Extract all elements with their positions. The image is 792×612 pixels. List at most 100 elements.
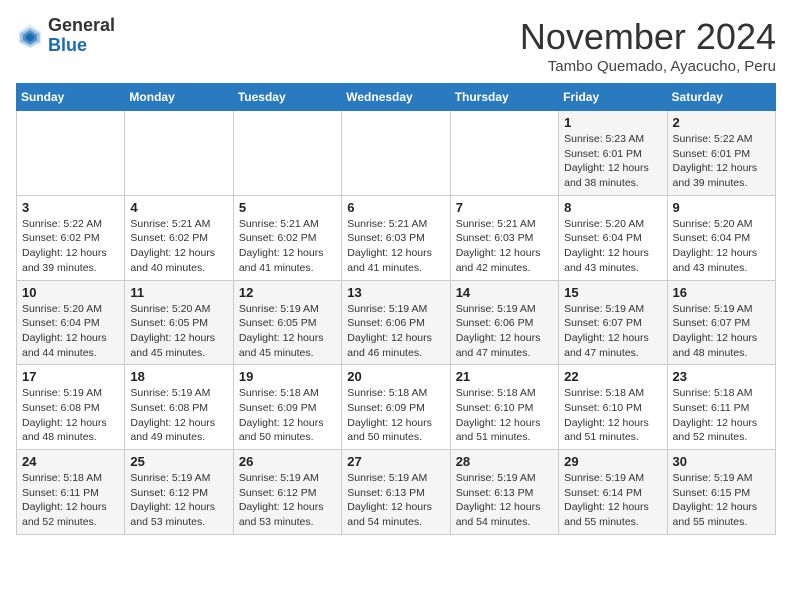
day-cell [17,111,125,196]
day-header-tuesday: Tuesday [233,84,341,111]
day-cell: 16Sunrise: 5:19 AM Sunset: 6:07 PM Dayli… [667,280,775,365]
day-cell: 6 Sunrise: 5:21 AM Sunset: 6:03 PM Daylig… [342,195,450,280]
day-number: 25 [130,454,227,469]
day-info: Sunrise: 5:18 AM Sunset: 6:09 PM Dayligh… [239,386,336,445]
day-cell: 12 Sunrise: 5:19 AM Sunset: 6:05 PM Dayli… [233,280,341,365]
page-header: General Blue November 2024 Tambo Quemado… [16,16,776,75]
day-number: 13 [347,285,444,300]
day-info: Sunrise: 5:20 AM Sunset: 6:04 PM Dayligh… [22,302,119,361]
day-cell: 24 Sunrise: 5:18 AM Sunset: 6:11 PM Dayli… [17,450,125,535]
day-number: 19 [239,369,336,384]
day-number: 18 [130,369,227,384]
day-cell: 7 Sunrise: 5:21 AM Sunset: 6:03 PM Daylig… [450,195,558,280]
week-row-2: 3 Sunrise: 5:22 AM Sunset: 6:02 PM Daylig… [17,195,776,280]
day-number: 2 [673,115,770,130]
header-row: SundayMondayTuesdayWednesdayThursdayFrid… [17,84,776,111]
day-info: Sunrise: 5:21 AM Sunset: 6:02 PM Dayligh… [130,217,227,276]
day-info: Sunrise: 5:19 AM Sunset: 6:13 PM Dayligh… [456,471,553,530]
day-info: Sunrise: 5:20 AM Sunset: 6:04 PM Dayligh… [673,217,770,276]
day-cell: 8Sunrise: 5:20 AM Sunset: 6:04 PM Daylig… [559,195,667,280]
day-cell: 11 Sunrise: 5:20 AM Sunset: 6:05 PM Dayli… [125,280,233,365]
day-number: 20 [347,369,444,384]
day-info: Sunrise: 5:18 AM Sunset: 6:10 PM Dayligh… [564,386,661,445]
day-cell [233,111,341,196]
day-info: Sunrise: 5:18 AM Sunset: 6:11 PM Dayligh… [673,386,770,445]
day-info: Sunrise: 5:19 AM Sunset: 6:14 PM Dayligh… [564,471,661,530]
day-info: Sunrise: 5:20 AM Sunset: 6:04 PM Dayligh… [564,217,661,276]
day-number: 27 [347,454,444,469]
day-number: 1 [564,115,661,130]
day-number: 17 [22,369,119,384]
day-number: 7 [456,200,553,215]
day-info: Sunrise: 5:20 AM Sunset: 6:05 PM Dayligh… [130,302,227,361]
day-number: 26 [239,454,336,469]
day-number: 15 [564,285,661,300]
day-info: Sunrise: 5:22 AM Sunset: 6:02 PM Dayligh… [22,217,119,276]
day-info: Sunrise: 5:18 AM Sunset: 6:10 PM Dayligh… [456,386,553,445]
calendar-body: 1 Sunrise: 5:23 AM Sunset: 6:01 PM Daylig… [17,111,776,535]
day-number: 28 [456,454,553,469]
logo: General Blue [16,16,115,56]
day-cell: 17Sunrise: 5:19 AM Sunset: 6:08 PM Dayli… [17,365,125,450]
day-number: 12 [239,285,336,300]
day-cell: 26 Sunrise: 5:19 AM Sunset: 6:12 PM Dayli… [233,450,341,535]
day-cell: 10 Sunrise: 5:20 AM Sunset: 6:04 PM Dayli… [17,280,125,365]
day-cell: 1 Sunrise: 5:23 AM Sunset: 6:01 PM Daylig… [559,111,667,196]
month-title: November 2024 [520,16,776,58]
day-cell: 27 Sunrise: 5:19 AM Sunset: 6:13 PM Dayli… [342,450,450,535]
day-cell: 20 Sunrise: 5:18 AM Sunset: 6:09 PM Dayli… [342,365,450,450]
day-number: 3 [22,200,119,215]
week-row-1: 1 Sunrise: 5:23 AM Sunset: 6:01 PM Daylig… [17,111,776,196]
day-cell: 30 Sunrise: 5:19 AM Sunset: 6:15 PM Dayli… [667,450,775,535]
day-info: Sunrise: 5:21 AM Sunset: 6:03 PM Dayligh… [456,217,553,276]
calendar-table: SundayMondayTuesdayWednesdayThursdayFrid… [16,83,776,535]
day-info: Sunrise: 5:19 AM Sunset: 6:08 PM Dayligh… [130,386,227,445]
day-number: 22 [564,369,661,384]
day-header-sunday: Sunday [17,84,125,111]
day-number: 29 [564,454,661,469]
day-cell: 15 Sunrise: 5:19 AM Sunset: 6:07 PM Dayli… [559,280,667,365]
day-info: Sunrise: 5:19 AM Sunset: 6:06 PM Dayligh… [347,302,444,361]
day-cell: 9Sunrise: 5:20 AM Sunset: 6:04 PM Daylig… [667,195,775,280]
logo-text: General Blue [48,16,115,56]
title-block: November 2024 Tambo Quemado, Ayacucho, P… [520,16,776,75]
day-cell [342,111,450,196]
day-info: Sunrise: 5:19 AM Sunset: 6:13 PM Dayligh… [347,471,444,530]
day-cell: 23Sunrise: 5:18 AM Sunset: 6:11 PM Dayli… [667,365,775,450]
day-cell: 3 Sunrise: 5:22 AM Sunset: 6:02 PM Daylig… [17,195,125,280]
day-info: Sunrise: 5:23 AM Sunset: 6:01 PM Dayligh… [564,132,661,191]
day-header-saturday: Saturday [667,84,775,111]
day-info: Sunrise: 5:19 AM Sunset: 6:07 PM Dayligh… [564,302,661,361]
logo-icon [16,22,44,50]
day-cell: 29 Sunrise: 5:19 AM Sunset: 6:14 PM Dayli… [559,450,667,535]
week-row-4: 17 Sunrise: 5:19 AM Sunset: 6:08 PM Dayli… [17,365,776,450]
day-header-wednesday: Wednesday [342,84,450,111]
day-info: Sunrise: 5:19 AM Sunset: 6:12 PM Dayligh… [239,471,336,530]
week-row-5: 24 Sunrise: 5:18 AM Sunset: 6:11 PM Dayli… [17,450,776,535]
day-number: 16 [673,285,770,300]
day-cell: 21 Sunrise: 5:18 AM Sunset: 6:10 PM Dayli… [450,365,558,450]
day-info: Sunrise: 5:22 AM Sunset: 6:01 PM Dayligh… [673,132,770,191]
day-info: Sunrise: 5:18 AM Sunset: 6:09 PM Dayligh… [347,386,444,445]
day-info: Sunrise: 5:19 AM Sunset: 6:05 PM Dayligh… [239,302,336,361]
day-cell: 28 Sunrise: 5:19 AM Sunset: 6:13 PM Dayli… [450,450,558,535]
day-number: 10 [22,285,119,300]
day-number: 21 [456,369,553,384]
day-number: 24 [22,454,119,469]
location: Tambo Quemado, Ayacucho, Peru [520,58,776,75]
day-cell: 14Sunrise: 5:19 AM Sunset: 6:06 PM Dayli… [450,280,558,365]
day-cell: 13 Sunrise: 5:19 AM Sunset: 6:06 PM Dayli… [342,280,450,365]
day-number: 6 [347,200,444,215]
day-number: 11 [130,285,227,300]
day-cell [125,111,233,196]
day-cell: 2 Sunrise: 5:22 AM Sunset: 6:01 PM Daylig… [667,111,775,196]
day-info: Sunrise: 5:18 AM Sunset: 6:11 PM Dayligh… [22,471,119,530]
day-info: Sunrise: 5:21 AM Sunset: 6:03 PM Dayligh… [347,217,444,276]
day-info: Sunrise: 5:19 AM Sunset: 6:15 PM Dayligh… [673,471,770,530]
day-number: 30 [673,454,770,469]
day-cell [450,111,558,196]
day-cell: 22 Sunrise: 5:18 AM Sunset: 6:10 PM Dayli… [559,365,667,450]
day-info: Sunrise: 5:19 AM Sunset: 6:06 PM Dayligh… [456,302,553,361]
day-info: Sunrise: 5:19 AM Sunset: 6:12 PM Dayligh… [130,471,227,530]
day-cell: 18 Sunrise: 5:19 AM Sunset: 6:08 PM Dayli… [125,365,233,450]
